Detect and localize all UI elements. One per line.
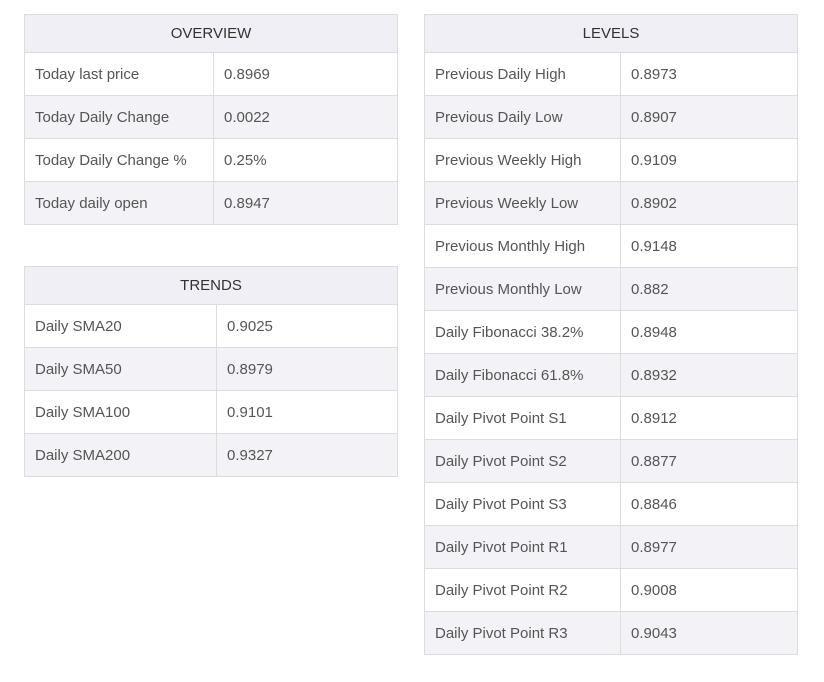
levels-table-row: Daily Fibonacci 38.2% 0.8948 [424, 310, 798, 354]
overview-row-label: Today Daily Change % [24, 138, 214, 182]
levels-table-row: Daily Pivot Point R3 0.9043 [424, 611, 798, 655]
trends-header-row: TRENDS [23, 266, 399, 305]
trends-row-value: 0.8979 [215, 347, 399, 391]
trends-title: TRENDS [23, 266, 399, 305]
levels-row-label: Previous Daily High [424, 52, 621, 96]
levels-table-row: Previous Monthly Low 0.882 [424, 267, 798, 311]
levels-row-value: 0.8977 [620, 525, 798, 569]
levels-row-value: 0.882 [620, 267, 798, 311]
trends-row-label: Daily SMA50 [24, 347, 217, 391]
levels-row-value: 0.8902 [620, 181, 798, 225]
levels-row-label: Daily Pivot Point S2 [424, 439, 621, 483]
overview-row-label: Today daily open [24, 181, 214, 225]
levels-row-label: Previous Monthly Low [424, 267, 621, 311]
trends-table-row: Daily SMA200 0.9327 [24, 433, 399, 477]
levels-table-row: Daily Pivot Point R1 0.8977 [424, 525, 798, 569]
levels-row-label: Previous Daily Low [424, 95, 621, 139]
overview-row-value: 0.8947 [212, 181, 399, 225]
levels-row-value: 0.9043 [620, 611, 798, 655]
overview-table-row: Today last price 0.8969 [24, 52, 399, 96]
levels-header-row: LEVELS [424, 14, 798, 53]
levels-table: LEVELS Previous Daily High 0.8973 Previous… [424, 14, 798, 655]
levels-row-label: Previous Weekly Low [424, 181, 621, 225]
levels-row-label: Daily Pivot Point S1 [424, 396, 621, 440]
trends-row-value: 0.9025 [215, 304, 399, 348]
levels-title: LEVELS [424, 14, 798, 53]
levels-table-row: Previous Daily Low 0.8907 [424, 95, 798, 139]
trends-table-row: Daily SMA20 0.9025 [24, 304, 399, 348]
levels-row-label: Daily Pivot Point S3 [424, 482, 621, 526]
levels-table-row: Previous Monthly High 0.9148 [424, 224, 798, 268]
levels-row-value: 0.8846 [620, 482, 798, 526]
overview-table-row: Today Daily Change 0.0022 [24, 95, 399, 139]
levels-table-row: Previous Weekly High 0.9109 [424, 138, 798, 182]
levels-row-label: Daily Pivot Point R2 [424, 568, 621, 612]
trends-row-label: Daily SMA20 [24, 304, 217, 348]
trends-row-label: Daily SMA100 [24, 390, 217, 434]
overview-table: OVERVIEW Today last price 0.8969 Today Dai… [23, 14, 399, 225]
levels-table-row: Daily Pivot Point S2 0.8877 [424, 439, 798, 483]
trends-row-label: Daily SMA200 [24, 433, 217, 477]
levels-row-value: 0.8907 [620, 95, 798, 139]
levels-row-value: 0.8948 [620, 310, 798, 354]
trends-table: TRENDS Daily SMA20 0.9025 Daily SMA50 0.897… [23, 266, 399, 477]
levels-table-row: Daily Pivot Point R2 0.9008 [424, 568, 798, 612]
levels-row-label: Previous Weekly High [424, 138, 621, 182]
overview-table-row: Today daily open 0.8947 [24, 181, 399, 225]
levels-row-label: Previous Monthly High [424, 224, 621, 268]
overview-row-value: 0.8969 [212, 52, 399, 96]
levels-row-value: 0.9148 [620, 224, 798, 268]
overview-header-row: OVERVIEW [23, 14, 399, 53]
levels-row-label: Daily Pivot Point R1 [424, 525, 621, 569]
levels-row-value: 0.9008 [620, 568, 798, 612]
levels-table-row: Previous Weekly Low 0.8902 [424, 181, 798, 225]
levels-row-value: 0.9109 [620, 138, 798, 182]
overview-row-value: 0.0022 [212, 95, 399, 139]
overview-row-label: Today last price [24, 52, 214, 96]
overview-table-row: Today Daily Change % 0.25% [24, 138, 399, 182]
trends-table-row: Daily SMA50 0.8979 [24, 347, 399, 391]
levels-row-value: 0.8912 [620, 396, 798, 440]
overview-row-label: Today Daily Change [24, 95, 214, 139]
trends-row-value: 0.9101 [215, 390, 399, 434]
levels-table-row: Daily Pivot Point S1 0.8912 [424, 396, 798, 440]
levels-row-value: 0.8932 [620, 353, 798, 397]
levels-table-row: Daily Pivot Point S3 0.8846 [424, 482, 798, 526]
levels-row-label: Daily Fibonacci 61.8% [424, 353, 621, 397]
levels-table-row: Daily Fibonacci 61.8% 0.8932 [424, 353, 798, 397]
overview-title: OVERVIEW [23, 14, 399, 53]
levels-table-row: Previous Daily High 0.8973 [424, 52, 798, 96]
levels-row-label: Daily Fibonacci 38.2% [424, 310, 621, 354]
trends-row-value: 0.9327 [215, 433, 399, 477]
levels-row-value: 0.8877 [620, 439, 798, 483]
trends-table-row: Daily SMA100 0.9101 [24, 390, 399, 434]
levels-row-value: 0.8973 [620, 52, 798, 96]
levels-row-label: Daily Pivot Point R3 [424, 611, 621, 655]
overview-row-value: 0.25% [212, 138, 399, 182]
